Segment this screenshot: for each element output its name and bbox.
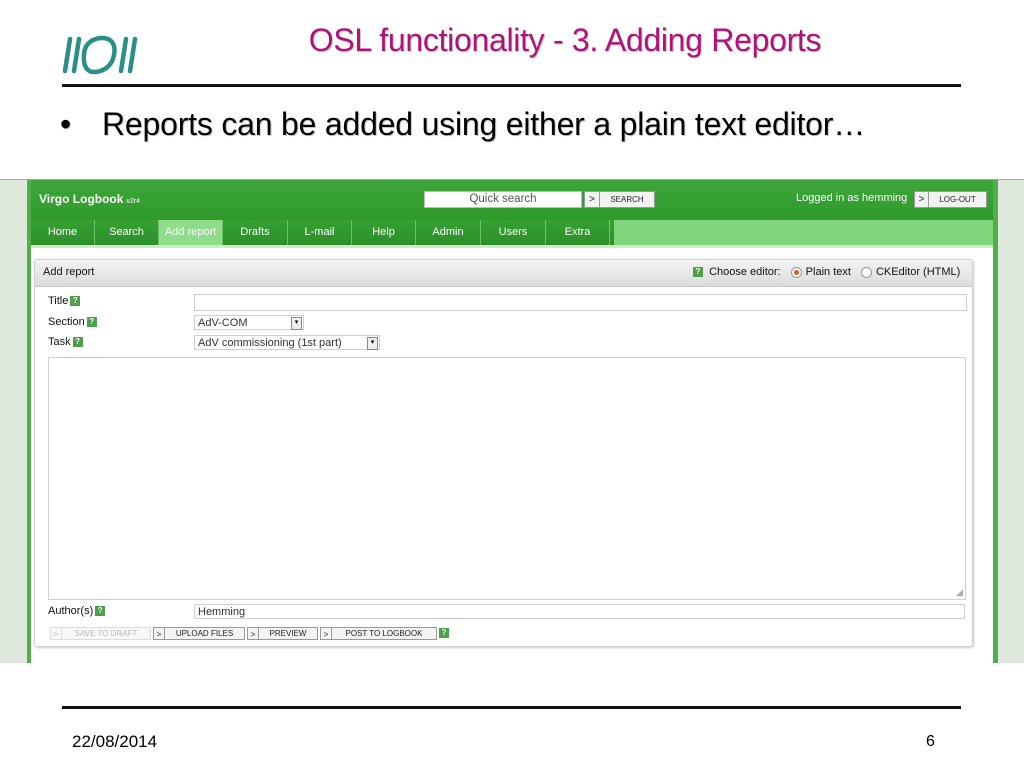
virgo-logo: [62, 35, 138, 75]
right-frame-edge: [993, 180, 998, 663]
panel-header: Add report ? Choose editor: Plain text C…: [35, 260, 972, 287]
section-select[interactable]: AdV-COM ▾: [194, 315, 304, 330]
authors-help-icon[interactable]: ?: [95, 606, 106, 617]
upload-files-button[interactable]: UPLOAD FILES: [165, 626, 245, 640]
resize-grip-icon[interactable]: ◢: [956, 588, 963, 597]
search-button[interactable]: SEARCH: [599, 191, 655, 208]
logged-in-status: Logged in as hemming: [796, 192, 908, 204]
nav-search[interactable]: Search: [95, 220, 159, 245]
ckeditor-radio[interactable]: [860, 266, 872, 278]
authors-label-text: Author(s): [48, 605, 94, 617]
bullet-marker: •: [60, 106, 72, 142]
main-nav: Home Search Add report Drafts L-mail Hel…: [31, 220, 993, 245]
logbook-app: Virgo Logbook v2r4 Quick search > SEARCH …: [31, 180, 993, 663]
nav-users[interactable]: Users: [481, 220, 546, 245]
nav-strip: Home Search Add report Drafts L-mail Hel…: [31, 220, 614, 245]
title-label-text: Title: [48, 295, 69, 307]
title-help-icon[interactable]: ?: [70, 296, 81, 307]
bullet-text: Reports can be added using either a plai…: [102, 106, 866, 142]
upload-arrow-icon[interactable]: >: [153, 626, 165, 640]
page-number: 6: [926, 733, 935, 750]
nav-extra[interactable]: Extra: [546, 220, 610, 245]
post-arrow-icon[interactable]: >: [320, 626, 332, 640]
search-arrow-icon[interactable]: >: [584, 191, 600, 208]
action-buttons: > SAVE TO DRAFT > UPLOAD FILES > PREVIEW…: [50, 626, 449, 640]
post-help-icon[interactable]: ?: [439, 628, 449, 638]
nav-drafts[interactable]: Drafts: [223, 220, 288, 245]
title-input[interactable]: [194, 294, 967, 311]
footer-divider: [62, 706, 961, 709]
task-select-value: AdV commissioning (1st part): [198, 337, 342, 349]
task-label-text: Task: [48, 336, 71, 348]
nav-help[interactable]: Help: [352, 220, 416, 245]
section-help-icon[interactable]: ?: [86, 317, 97, 328]
app-version: v2r4: [126, 198, 141, 205]
header-divider: [62, 84, 961, 87]
help-icon[interactable]: ?: [693, 267, 703, 278]
editor-chooser: ? Choose editor: Plain text CKEditor (HT…: [693, 266, 960, 278]
save-draft-button[interactable]: SAVE TO DRAFT: [62, 626, 151, 640]
nav-admin[interactable]: Admin: [416, 220, 481, 245]
top-bar: Virgo Logbook v2r4 Quick search > SEARCH …: [31, 180, 993, 220]
quick-search-input[interactable]: Quick search: [424, 191, 582, 208]
choose-editor-label: Choose editor:: [709, 266, 781, 278]
section-label-text: Section: [48, 316, 85, 328]
logout-button[interactable]: LOG-OUT: [928, 191, 987, 208]
nav-underline: [31, 245, 993, 248]
add-report-panel: Add report ? Choose editor: Plain text C…: [34, 259, 973, 647]
preview-arrow-icon[interactable]: >: [247, 626, 259, 640]
ckeditor-label[interactable]: CKEditor (HTML): [876, 266, 960, 278]
section-label: Section?: [48, 316, 97, 328]
task-label: Task?: [48, 336, 83, 348]
task-select[interactable]: AdV commissioning (1st part) ▾: [194, 335, 380, 350]
plain-text-radio[interactable]: [790, 266, 802, 278]
chevron-down-icon[interactable]: ▾: [291, 317, 302, 330]
panel-title: Add report: [43, 266, 95, 278]
logout-arrow-icon[interactable]: >: [914, 191, 929, 208]
report-body-textarea[interactable]: ◢: [48, 357, 966, 600]
save-draft-arrow-icon[interactable]: >: [50, 626, 62, 640]
authors-input[interactable]: Hemming: [194, 604, 965, 619]
authors-label: Author(s)?: [48, 605, 106, 617]
slide-title: OSL functionality - 3. Adding Reports: [308, 22, 822, 58]
logbook-screenshot: Virgo Logbook v2r4 Quick search > SEARCH …: [0, 179, 1024, 663]
task-help-icon[interactable]: ?: [72, 337, 83, 348]
footer-date: 22/08/2014: [72, 732, 158, 751]
post-to-logbook-button[interactable]: POST TO LOGBOOK: [332, 626, 437, 640]
title-label: Title?: [48, 295, 81, 307]
nav-l-mail[interactable]: L-mail: [288, 220, 352, 245]
bullet-point: • Reports can be added using either a pla…: [60, 106, 865, 143]
chevron-down-icon[interactable]: ▾: [367, 337, 378, 350]
app-name-label: Virgo Logbook: [39, 192, 124, 206]
nav-home[interactable]: Home: [31, 220, 95, 245]
nav-add-report[interactable]: Add report: [159, 220, 223, 245]
section-select-value: AdV-COM: [198, 317, 248, 329]
plain-text-label[interactable]: Plain text: [806, 266, 851, 278]
preview-button[interactable]: PREVIEW: [259, 626, 318, 640]
app-name: Virgo Logbook v2r4: [39, 192, 140, 206]
